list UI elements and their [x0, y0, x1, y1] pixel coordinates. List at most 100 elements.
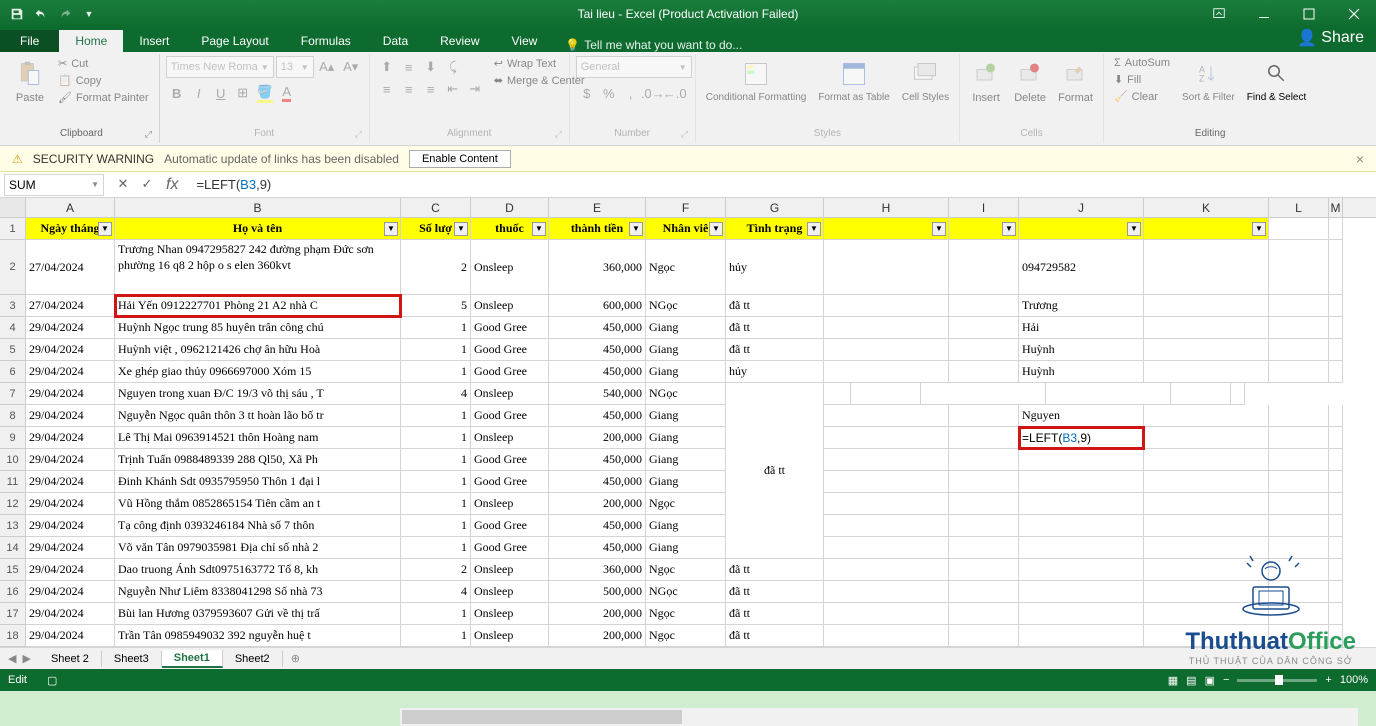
cell-C6[interactable]: 1	[401, 361, 471, 383]
cell-F13[interactable]: Giang	[646, 515, 726, 537]
cell-G15[interactable]: đã tt	[726, 559, 824, 581]
cell-F14[interactable]: Giang	[646, 537, 726, 559]
row-header-2[interactable]: 2	[0, 240, 26, 295]
format-as-table-button[interactable]: Format as Table	[814, 56, 894, 105]
cell-M14[interactable]	[1329, 537, 1343, 559]
cell-G3[interactable]: đã tt	[726, 295, 824, 317]
cell-J12[interactable]	[1019, 493, 1144, 515]
cell-C15[interactable]: 2	[401, 559, 471, 581]
cell-K4[interactable]	[1144, 317, 1269, 339]
cell-H12[interactable]	[824, 493, 949, 515]
cell-A15[interactable]: 29/04/2024	[26, 559, 115, 581]
cell-E15[interactable]: 360,000	[549, 559, 646, 581]
cell-J6[interactable]: Huỳnh	[1019, 361, 1144, 383]
select-all-corner[interactable]	[0, 198, 26, 217]
fx-icon[interactable]: fx	[162, 176, 182, 194]
zoom-out-icon[interactable]: −	[1223, 674, 1229, 686]
cell-M15[interactable]	[1329, 559, 1343, 581]
col-header-A[interactable]: A	[26, 198, 115, 217]
row-header-15[interactable]: 15	[0, 559, 26, 581]
row-header-8[interactable]: 8	[0, 405, 26, 427]
cell-J10[interactable]	[1019, 449, 1144, 471]
add-sheet-icon[interactable]: ⊕	[283, 652, 308, 665]
cell-K16[interactable]	[1144, 581, 1269, 603]
row-header-4[interactable]: 4	[0, 317, 26, 339]
align-left-icon[interactable]: ≡	[376, 78, 398, 100]
align-bottom-icon[interactable]: ⬇	[420, 56, 442, 78]
header-cell-K[interactable]: ▼	[1144, 218, 1269, 240]
filter-icon[interactable]: ▼	[807, 222, 821, 236]
cell-M6[interactable]	[1329, 361, 1343, 383]
row-header-11[interactable]: 11	[0, 471, 26, 493]
col-header-C[interactable]: C	[401, 198, 471, 217]
cell-K13[interactable]	[1144, 515, 1269, 537]
zoom-in-icon[interactable]: +	[1325, 674, 1331, 686]
cell-I5[interactable]	[949, 339, 1019, 361]
header-cell-J[interactable]: ▼	[1019, 218, 1144, 240]
filter-icon[interactable]: ▼	[1002, 222, 1016, 236]
cell-K12[interactable]	[1144, 493, 1269, 515]
cell-D5[interactable]: Good Gree	[471, 339, 549, 361]
bold-button[interactable]: B	[166, 82, 188, 104]
cell-D15[interactable]: Onsleep	[471, 559, 549, 581]
dec-decimal-icon[interactable]: ←.0	[664, 82, 686, 104]
cell-K10[interactable]	[1144, 449, 1269, 471]
cell-E2[interactable]: 360,000	[549, 240, 646, 295]
cell-M5[interactable]	[1329, 339, 1343, 361]
cell-D8[interactable]: Good Gree	[471, 405, 549, 427]
cut-button[interactable]: ✂Cut	[54, 56, 153, 71]
horizontal-scrollbar[interactable]	[400, 708, 1358, 726]
sheet-nav-prev-icon[interactable]: ◀	[8, 652, 16, 665]
maximize-icon[interactable]	[1286, 0, 1331, 28]
cell-I2[interactable]	[949, 240, 1019, 295]
cell-H6[interactable]	[824, 361, 949, 383]
cell-L8[interactable]	[1269, 405, 1329, 427]
cell-H8[interactable]	[824, 405, 949, 427]
cell-H13[interactable]	[824, 515, 949, 537]
cell-H3[interactable]	[824, 295, 949, 317]
cell-J15[interactable]	[1019, 559, 1144, 581]
cell-I15[interactable]	[949, 559, 1019, 581]
cell-B3[interactable]: Hải Yến 0912227701 Phòng 21 A2 nhà C	[115, 295, 401, 317]
font-color-button[interactable]: A	[276, 82, 298, 104]
cell-J5[interactable]: Huỳnh	[1019, 339, 1144, 361]
cell-F9[interactable]: Giang	[646, 427, 726, 449]
cell-K6[interactable]	[1144, 361, 1269, 383]
cell-E5[interactable]: 450,000	[549, 339, 646, 361]
cell-F2[interactable]: Ngọc	[646, 240, 726, 295]
cell-B11[interactable]: Đinh Khánh Sdt 0935795950 Thôn 1 đại l	[115, 471, 401, 493]
cell-B5[interactable]: Huỳnh việt , 0962121426 chợ ân hữu Hoà	[115, 339, 401, 361]
sheet-tab-sheet3[interactable]: Sheet3	[102, 651, 162, 667]
cell-D2[interactable]: Onsleep	[471, 240, 549, 295]
cell-B18[interactable]: Trần Tân 0985949032 392 nguyễn huệ t	[115, 625, 401, 647]
cell-M13[interactable]	[1329, 515, 1343, 537]
format-painter-button[interactable]: 🖌Format Painter	[54, 90, 153, 105]
cell-J17[interactable]	[1019, 603, 1144, 625]
cell-I17[interactable]	[949, 603, 1019, 625]
filter-icon[interactable]: ▼	[454, 222, 468, 236]
filter-icon[interactable]: ▼	[384, 222, 398, 236]
autosum-button[interactable]: ΣAutoSum	[1110, 56, 1174, 70]
cell-M2[interactable]	[1329, 240, 1343, 295]
cell-K7[interactable]	[1046, 383, 1171, 405]
tab-view[interactable]: View	[496, 30, 554, 52]
cell-J2[interactable]: 094729582	[1019, 240, 1144, 295]
save-icon[interactable]	[8, 5, 26, 23]
cell-C7[interactable]: 4	[401, 383, 471, 405]
cell-G4[interactable]: đã tt	[726, 317, 824, 339]
cell-G7-G14-merged[interactable]: đã tt	[726, 383, 824, 559]
cell-E18[interactable]: 200,000	[549, 625, 646, 647]
indent-inc-icon[interactable]: ⇥	[464, 78, 486, 100]
cell-B14[interactable]: Võ văn Tân 0979035981 Địa chỉ số nhà 2	[115, 537, 401, 559]
cell-C17[interactable]: 1	[401, 603, 471, 625]
cell-J18[interactable]	[1019, 625, 1144, 647]
cell-M8[interactable]	[1329, 405, 1343, 427]
cell-G5[interactable]: đã tt	[726, 339, 824, 361]
normal-view-icon[interactable]: ▦	[1168, 674, 1178, 687]
cell-L7[interactable]	[1171, 383, 1231, 405]
cell-J7[interactable]	[921, 383, 1046, 405]
cell-M10[interactable]	[1329, 449, 1343, 471]
cell-E16[interactable]: 500,000	[549, 581, 646, 603]
zoom-level[interactable]: 100%	[1340, 674, 1368, 686]
cell-K15[interactable]	[1144, 559, 1269, 581]
